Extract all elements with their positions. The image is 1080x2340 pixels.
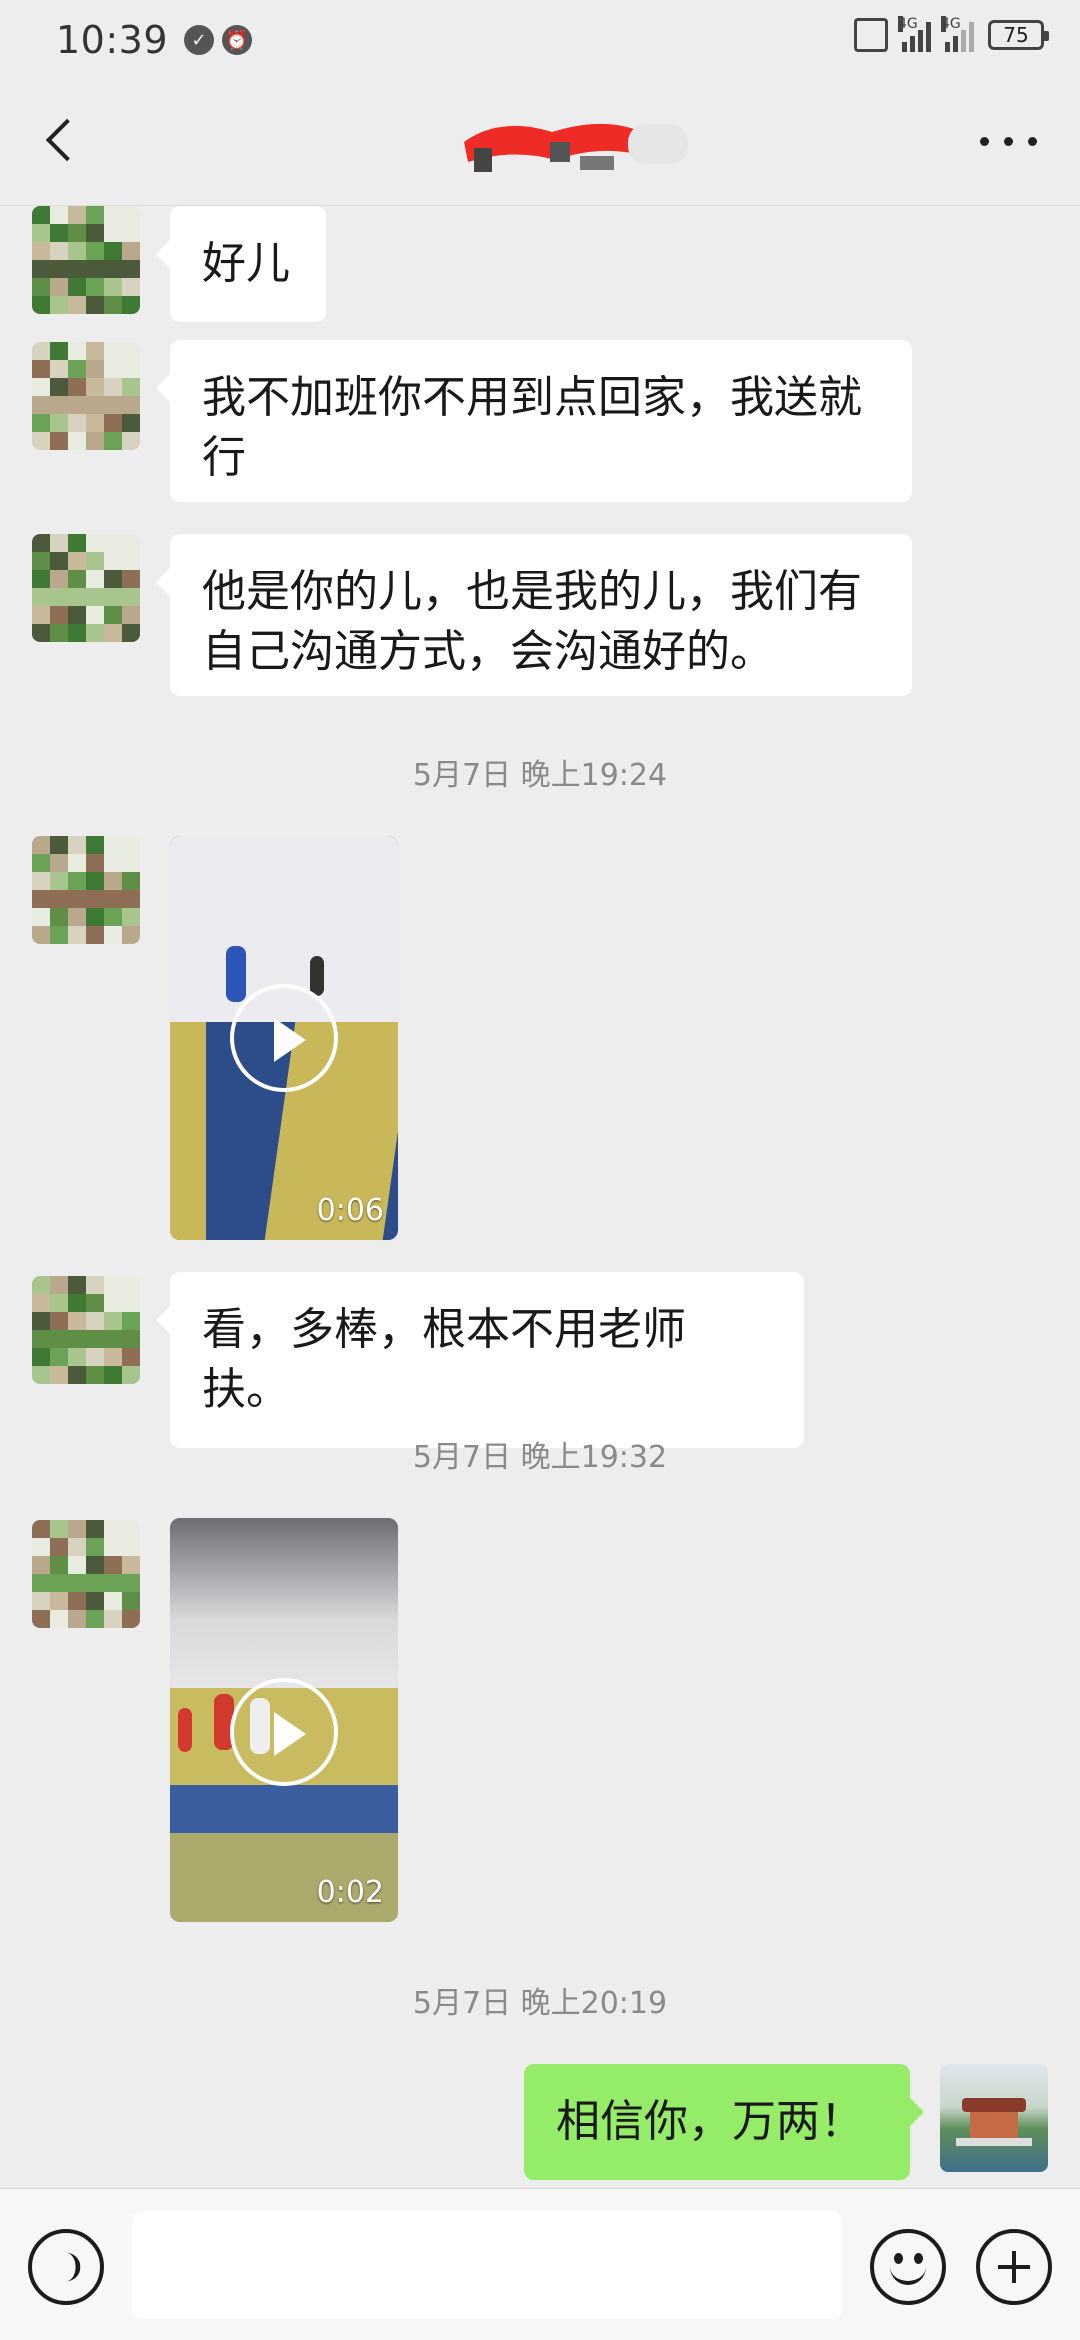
signal-icon: 4G (898, 16, 931, 52)
input-bar (0, 2188, 1080, 2340)
message-text: 看，多棒，根本不用老师扶。 (202, 1304, 686, 1415)
timestamp: 5月7日 晚上19:32 (412, 1440, 668, 1475)
plus-icon[interactable] (976, 2229, 1052, 2305)
play-icon[interactable] (230, 1678, 338, 1786)
message-text: 好儿 (202, 238, 290, 289)
chat-header (0, 80, 1080, 206)
video-duration: 0:06 (316, 1193, 384, 1228)
status-bar: 10:39 ✓ ⏰ 4G 4G 75 (0, 0, 1080, 80)
my-avatar[interactable] (940, 2064, 1048, 2172)
chevron-left-icon (45, 118, 89, 162)
shield-icon: ✓ (184, 25, 215, 55)
video-message[interactable]: 0:06 (170, 836, 398, 1240)
message-bubble: 我不加班你不用到点回家，我送就行 (156, 340, 912, 502)
battery-icon: 75 (988, 20, 1049, 50)
more-options-button[interactable] (972, 116, 1044, 166)
message-bubble: 好儿 (156, 206, 326, 322)
emoji-icon[interactable] (870, 2229, 946, 2305)
video-message[interactable]: 0:02 (170, 1518, 398, 1922)
back-button[interactable] (32, 110, 92, 170)
status-icons: ✓ ⏰ (184, 25, 253, 55)
redacted-contact-name (464, 123, 688, 172)
message-text: 他是你的儿，也是我的儿，我们有自己沟通方式，会沟通好的。 (202, 566, 862, 677)
vibrate-icon (854, 18, 888, 52)
signal-icon-2: 4G (941, 16, 974, 52)
message-input[interactable] (132, 2211, 842, 2319)
status-time: 10:39 (56, 18, 169, 62)
contact-avatar[interactable] (32, 1520, 140, 1628)
message-text: 相信你，万两！ (556, 2096, 864, 2147)
video-duration: 0:02 (316, 1875, 384, 1910)
message-bubble: 看，多棒，根本不用老师扶。 (156, 1272, 804, 1448)
contact-avatar[interactable] (32, 836, 140, 944)
timestamp: 5月7日 晚上20:19 (412, 1986, 668, 2021)
timestamp: 5月7日 晚上19:24 (412, 758, 668, 793)
play-icon[interactable] (230, 984, 338, 1092)
outgoing-message-bubble: 相信你，万两！ (524, 2064, 924, 2180)
status-right: 4G 4G 75 (854, 16, 1049, 52)
alarm-icon: ⏰ (222, 25, 253, 55)
contact-avatar[interactable] (32, 206, 140, 314)
contact-avatar[interactable] (32, 1276, 140, 1384)
voice-icon[interactable] (28, 2229, 104, 2305)
contact-avatar[interactable] (32, 342, 140, 450)
message-text: 我不加班你不用到点回家，我送就行 (202, 372, 862, 483)
message-bubble: 他是你的儿，也是我的儿，我们有自己沟通方式，会沟通好的。 (156, 534, 912, 696)
contact-avatar[interactable] (32, 534, 140, 642)
